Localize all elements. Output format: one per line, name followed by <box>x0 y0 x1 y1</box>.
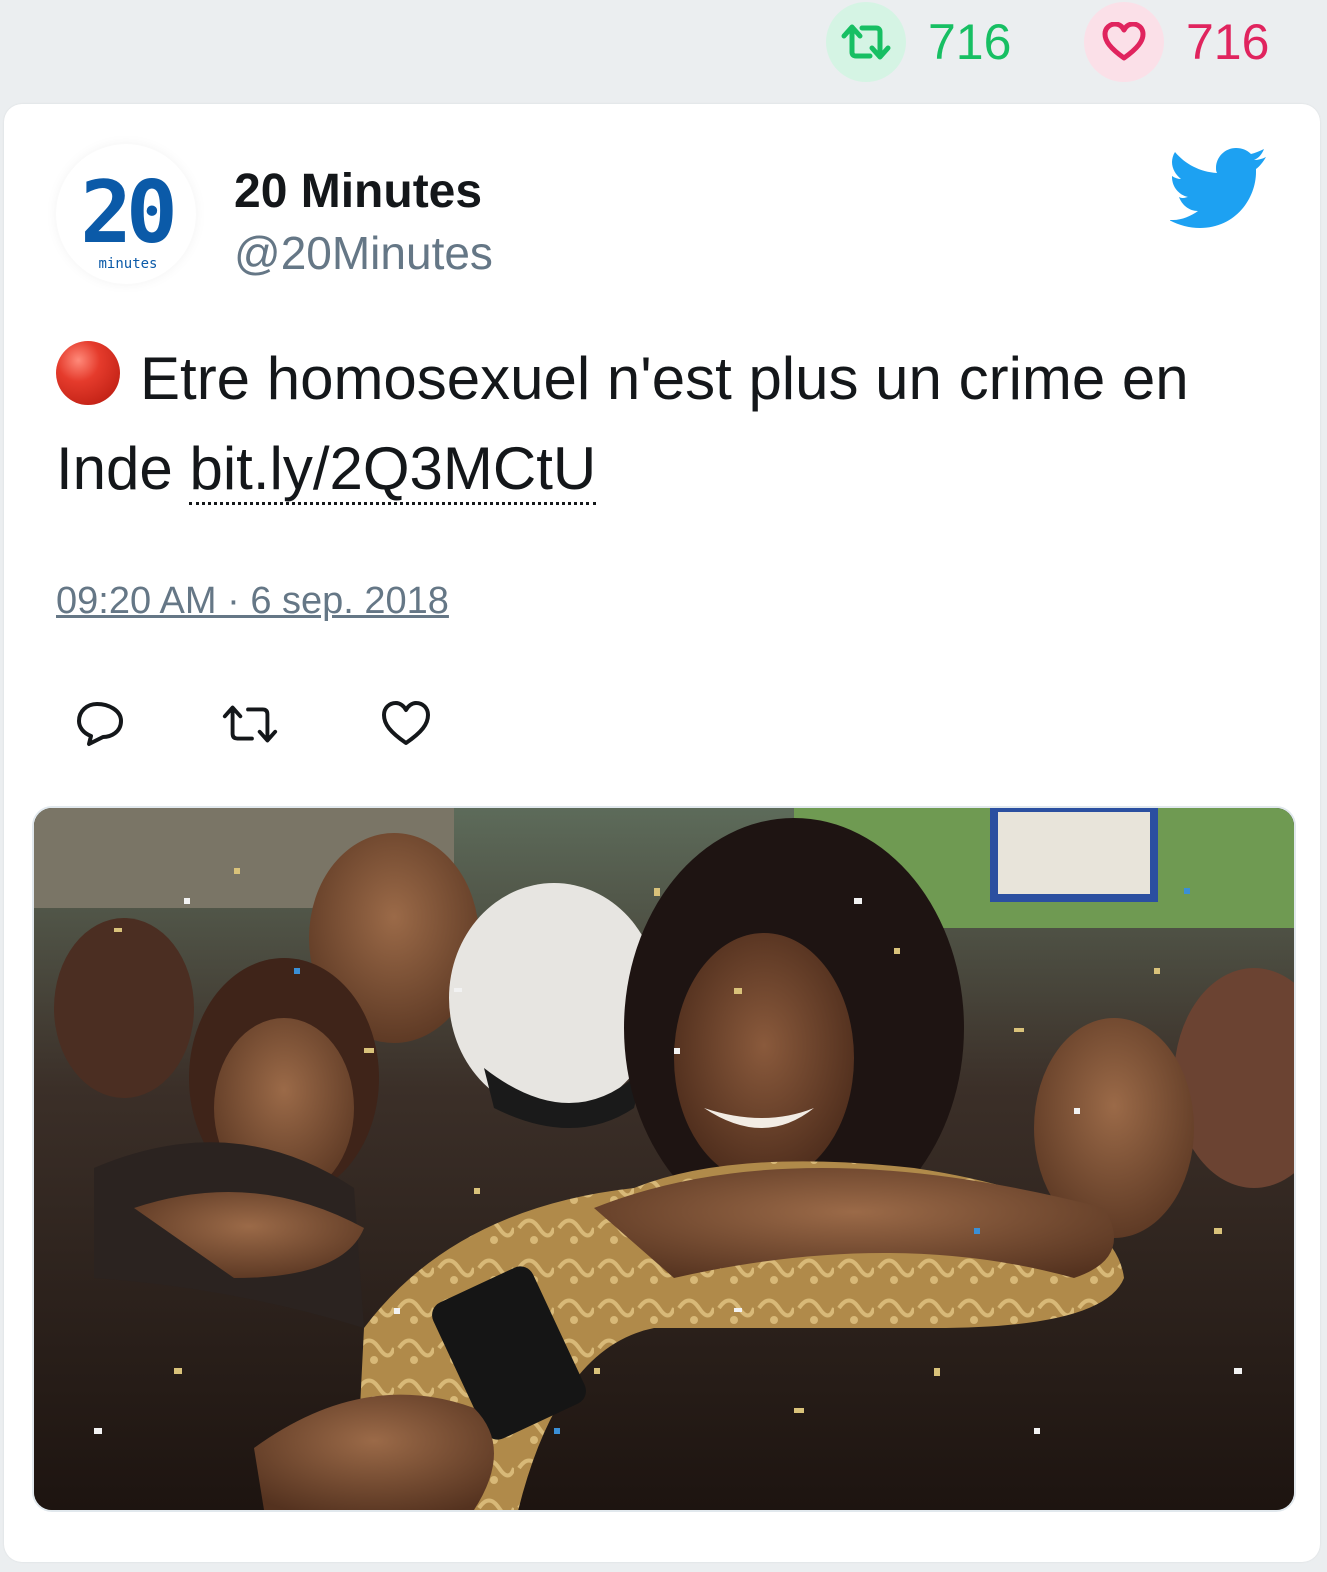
red-circle-emoji-icon <box>56 341 120 405</box>
like-button[interactable] <box>376 694 436 754</box>
tweet-card: 20 minutes 20 Minutes @20Minutes Etre ho… <box>4 104 1320 1562</box>
reply-button[interactable] <box>70 694 130 754</box>
like-stat[interactable]: 716 <box>1084 2 1269 82</box>
retweet-stat[interactable]: 716 <box>826 2 1011 82</box>
avatar-logo-text: 20 <box>80 163 173 263</box>
tweet-photo[interactable] <box>32 806 1296 1512</box>
author-name[interactable]: 20 Minutes <box>234 164 482 219</box>
tweet-link[interactable]: bit.ly/2Q3MCtU <box>189 435 597 505</box>
tweet-text: Etre homosexuel n'est plus un crime en I… <box>56 334 1266 514</box>
author-handle[interactable]: @20Minutes <box>234 226 493 280</box>
like-count: 716 <box>1186 14 1270 70</box>
avatar[interactable]: 20 minutes <box>56 144 196 284</box>
retweet-stat-icon <box>826 2 906 82</box>
heart-stat-icon <box>1084 2 1164 82</box>
avatar-logo-subtext: minutes <box>98 256 157 272</box>
twitter-bird-icon[interactable] <box>1169 148 1268 233</box>
retweet-button[interactable] <box>220 694 280 754</box>
tweet-timestamp[interactable]: 09:20 AM · 6 sep. 2018 <box>56 580 449 623</box>
retweet-count: 716 <box>928 14 1012 70</box>
reply-icon <box>77 702 123 746</box>
retweet-icon <box>222 705 278 743</box>
heart-icon <box>382 701 430 745</box>
stats-bar: 716 716 <box>0 0 1327 100</box>
